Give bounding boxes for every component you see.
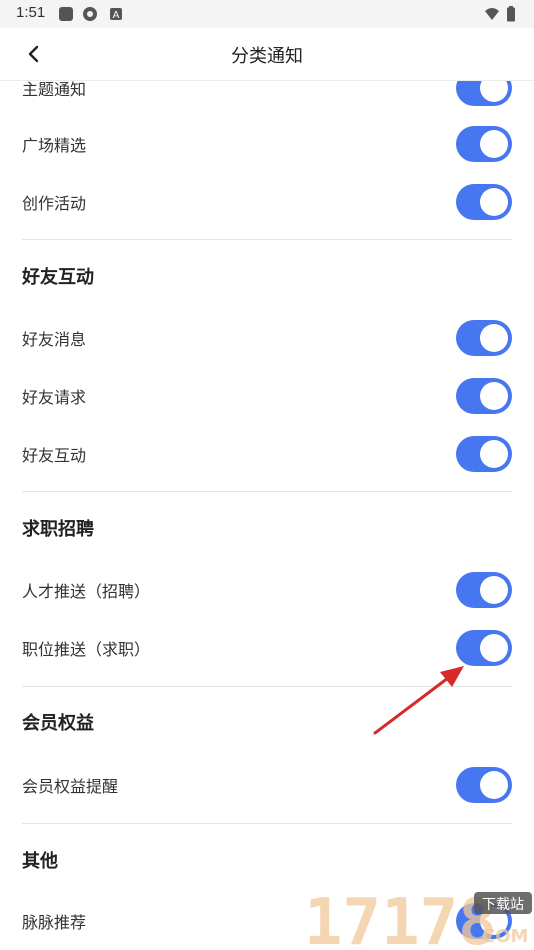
notification-settings-list[interactable]: 主题通知 广场精选 创作活动 好友互动 好友消息 好友请求 好友互动 求职招聘 … — [0, 81, 534, 950]
setting-row: 创作活动 — [22, 173, 512, 231]
aperture-icon — [83, 7, 97, 21]
setting-label: 创作活动 — [22, 194, 87, 213]
setting-label: 好友请求 — [22, 388, 87, 407]
section-divider — [22, 686, 512, 687]
section-title: 求职招聘 — [22, 519, 94, 540]
watermark-digits: 17178 — [304, 886, 497, 950]
section-divider — [22, 239, 512, 240]
toggle-switch[interactable] — [456, 572, 512, 608]
section-title: 会员权益 — [22, 713, 94, 734]
battery-icon — [507, 6, 515, 22]
watermark-badge: 下载站 — [482, 897, 524, 913]
status-time: 1:51 — [16, 4, 46, 21]
toggle-switch[interactable] — [456, 378, 512, 414]
a-badge-icon: A — [110, 8, 122, 21]
section-title: 好友互动 — [22, 267, 94, 288]
svg-text:A: A — [113, 10, 120, 21]
section-divider — [22, 823, 512, 824]
toggle-switch[interactable] — [456, 767, 512, 803]
setting-label: 主题通知 — [22, 81, 87, 99]
page-title: 分类通知 — [231, 46, 303, 67]
setting-row: 好友消息 — [22, 309, 512, 367]
section-title: 其他 — [22, 851, 58, 872]
setting-label: 广场精选 — [22, 136, 87, 155]
setting-label: 职位推送（求职） — [22, 640, 151, 659]
toggle-switch[interactable] — [456, 184, 512, 220]
toggle-switch[interactable] — [456, 320, 512, 356]
square-icon — [59, 7, 73, 21]
toggle-switch[interactable] — [456, 436, 512, 472]
watermark-suffix: COM — [482, 926, 528, 947]
toggle-switch[interactable] — [456, 81, 512, 106]
setting-label: 好友消息 — [22, 330, 87, 349]
status-bar: 1:51 A — [0, 0, 534, 28]
setting-label: 会员权益提醒 — [22, 777, 119, 796]
site-watermark-logo: 17178 下载站 COM — [304, 886, 532, 950]
toggle-switch[interactable] — [456, 630, 512, 666]
toggle-switch[interactable] — [456, 126, 512, 162]
setting-row: 人才推送（招聘） — [22, 561, 512, 619]
setting-row: 职位推送（求职） — [22, 619, 512, 677]
setting-label: 人才推送（招聘） — [22, 582, 151, 601]
setting-row: 会员权益提醒 — [22, 756, 512, 814]
setting-label: 好友互动 — [22, 446, 87, 465]
section-divider — [22, 491, 512, 492]
setting-row: 广场精选 — [22, 115, 512, 173]
setting-row: 好友请求 — [22, 367, 512, 425]
setting-label: 脉脉推荐 — [22, 913, 87, 932]
app-bar: 分类通知 — [0, 28, 534, 81]
setting-row: 好友互动 — [22, 425, 512, 483]
wifi-icon — [485, 8, 499, 20]
setting-row: 主题通知 — [22, 81, 512, 117]
